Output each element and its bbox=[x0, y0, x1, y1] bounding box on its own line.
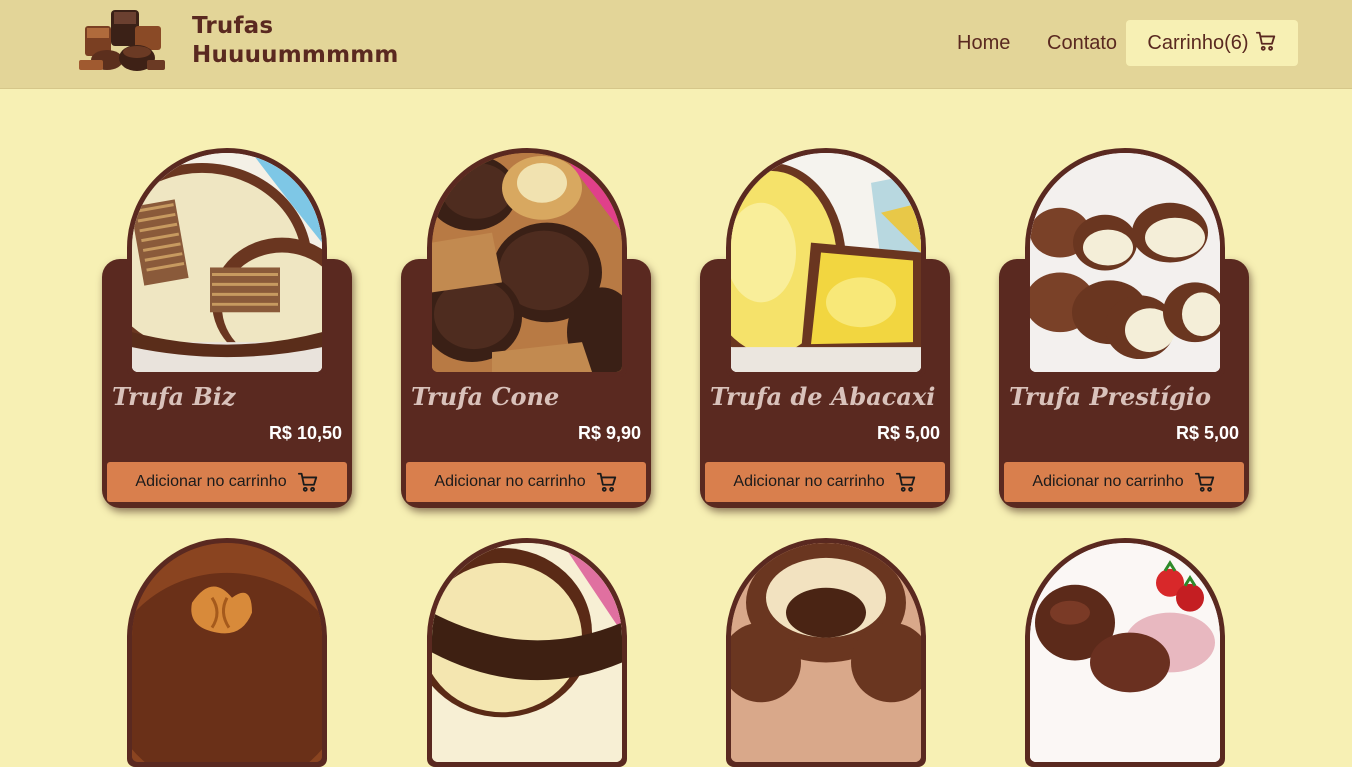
product-photo bbox=[427, 538, 627, 767]
cart-icon bbox=[1255, 31, 1275, 51]
cart-icon bbox=[1194, 472, 1214, 492]
add-to-cart-label: Adicionar no carrinho bbox=[1032, 473, 1184, 490]
cart-icon bbox=[596, 472, 616, 492]
add-to-cart-label: Adicionar no carrinho bbox=[135, 473, 287, 490]
cart-count: (6) bbox=[1224, 31, 1249, 54]
trufa-biz-photo bbox=[127, 148, 327, 377]
brand-line-1: Trufas bbox=[192, 13, 274, 39]
nav-home-link[interactable]: Home bbox=[957, 31, 1010, 55]
trufa-abacaxi-photo bbox=[726, 148, 926, 377]
add-to-cart-button[interactable]: Adicionar no carrinho bbox=[406, 462, 646, 502]
brand-name[interactable]: Trufas Huuuummmmm bbox=[192, 12, 399, 70]
product-name: Trufa de Abacaxi bbox=[710, 382, 936, 411]
cart-label: Carrinho bbox=[1147, 31, 1225, 54]
brand-line-2: Huuuummmmm bbox=[192, 42, 399, 68]
product-price: R$ 10,50 bbox=[268, 423, 342, 443]
add-to-cart-button[interactable]: Adicionar no carrinho bbox=[705, 462, 945, 502]
site-header: Trufas Huuuummmmm Home Contato Carrinho(… bbox=[0, 0, 1352, 89]
product-price: R$ 5,00 bbox=[1175, 423, 1239, 443]
add-to-cart-label: Adicionar no carrinho bbox=[434, 473, 586, 490]
product-price: R$ 9,90 bbox=[577, 423, 641, 443]
add-to-cart-button[interactable]: Adicionar no carrinho bbox=[1004, 462, 1244, 502]
add-to-cart-button[interactable]: Adicionar no carrinho bbox=[107, 462, 347, 502]
product-name: Trufa Prestígio bbox=[1009, 382, 1212, 411]
product-photo bbox=[726, 538, 926, 767]
cart-icon bbox=[297, 472, 317, 492]
cart-button[interactable]: Carrinho (6) bbox=[1126, 20, 1298, 66]
product-name: Trufa Cone bbox=[411, 382, 560, 411]
cart-icon bbox=[895, 472, 915, 492]
product-name: Trufa Biz bbox=[112, 382, 236, 411]
product-photo bbox=[127, 538, 327, 767]
trufa-prestigio-photo bbox=[1025, 148, 1225, 377]
trufa-cone-photo bbox=[427, 148, 627, 377]
product-photo bbox=[1025, 538, 1225, 767]
add-to-cart-label: Adicionar no carrinho bbox=[733, 473, 885, 490]
product-price: R$ 5,00 bbox=[876, 423, 940, 443]
nav-contato-link[interactable]: Contato bbox=[1047, 31, 1117, 55]
chocolate-truffles-logo-icon[interactable] bbox=[77, 8, 171, 74]
